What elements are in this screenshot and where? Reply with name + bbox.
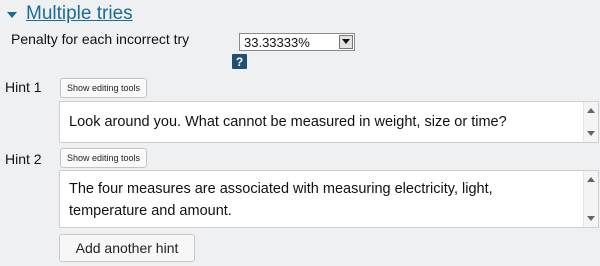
triangle-down-icon[interactable] bbox=[6, 8, 18, 20]
scroll-down-arrow-icon[interactable] bbox=[587, 216, 595, 221]
penalty-select[interactable]: 33.33333% bbox=[239, 33, 355, 51]
hint-1-label: Hint 1 bbox=[5, 79, 42, 95]
add-another-hint-button[interactable]: Add another hint bbox=[59, 234, 195, 262]
hint-1-scrollbar[interactable] bbox=[583, 102, 598, 142]
hint-1-editor[interactable]: Look around you. What cannot be measured… bbox=[59, 101, 599, 143]
hint-1-show-editing-tools-button[interactable]: Show editing tools bbox=[60, 78, 148, 98]
dropdown-arrow-icon[interactable] bbox=[339, 35, 353, 49]
multiple-tries-header[interactable]: Multiple tries bbox=[6, 2, 133, 26]
hint-2-show-editing-tools-button[interactable]: Show editing tools bbox=[60, 148, 148, 168]
help-icon[interactable]: ? bbox=[232, 54, 247, 69]
hint-2-text-line-1: The four measures are associated with me… bbox=[69, 181, 493, 197]
scroll-up-arrow-icon[interactable] bbox=[587, 177, 595, 182]
hint-2-text-line-2: temperature and amount. bbox=[69, 203, 232, 219]
hint-1-text: Look around you. What cannot be measured… bbox=[69, 114, 507, 130]
scroll-down-arrow-icon[interactable] bbox=[587, 131, 595, 136]
scroll-up-arrow-icon[interactable] bbox=[587, 108, 595, 113]
section-title-link[interactable]: Multiple tries bbox=[26, 3, 133, 25]
penalty-label: Penalty for each incorrect try bbox=[11, 31, 190, 47]
hint-2-label: Hint 2 bbox=[5, 151, 42, 167]
hint-2-scrollbar[interactable] bbox=[583, 171, 598, 227]
penalty-selected-value: 33.33333% bbox=[244, 34, 310, 50]
hint-2-editor[interactable]: The four measures are associated with me… bbox=[59, 170, 599, 228]
